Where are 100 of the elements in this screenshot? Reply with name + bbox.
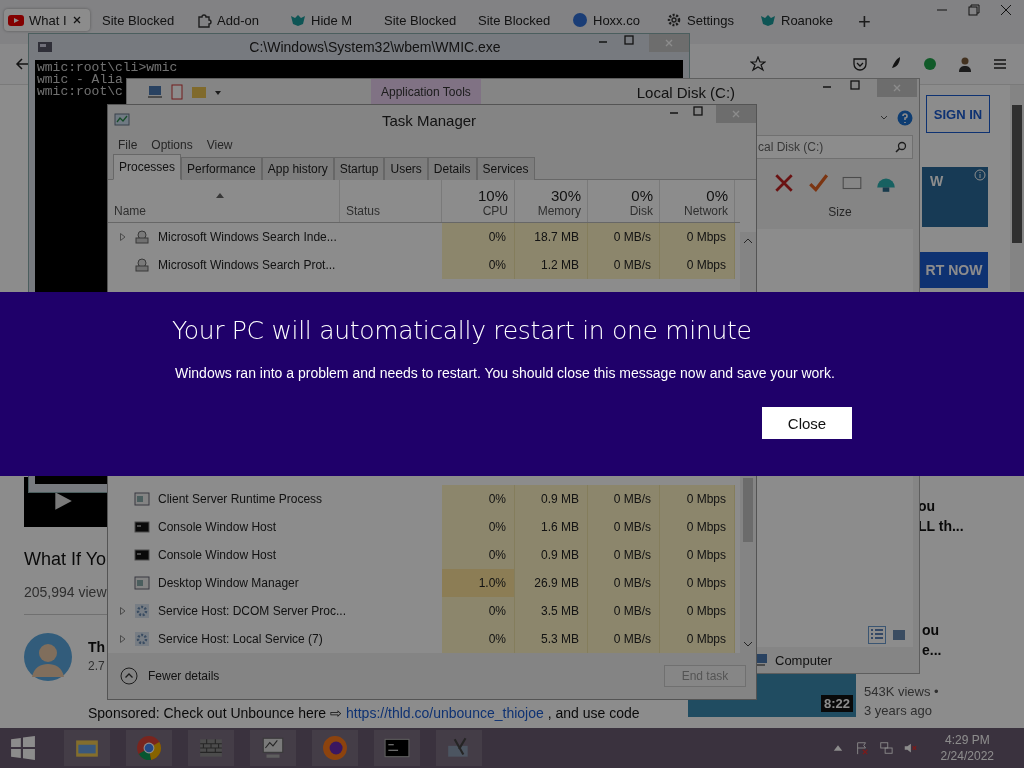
info-icon[interactable]: [974, 169, 986, 181]
menu-item[interactable]: View: [206, 138, 233, 152]
console-line: wmic:root\cli>wmic: [37, 62, 178, 74]
browser-tab[interactable]: Site Blocked: [474, 9, 560, 31]
checkmark-icon[interactable]: [807, 172, 829, 194]
process-name: Console Window Host: [158, 548, 277, 562]
avatar-silhouette[interactable]: [24, 633, 72, 681]
browser-tab[interactable]: Hoxx.co: [568, 9, 654, 31]
browser-tab[interactable]: Site Blocked: [380, 9, 466, 31]
column-header[interactable]: Status: [346, 204, 381, 218]
taskbar-app-button[interactable]: [312, 730, 358, 766]
fewer-details-link[interactable]: Fewer details: [148, 669, 220, 683]
tab[interactable]: Details: [427, 157, 477, 180]
channel-name[interactable]: Th: [88, 639, 106, 655]
process-name: Service Host: DCOM Server Proc...: [158, 604, 347, 618]
table-cell: 0.9 MB: [541, 492, 579, 506]
puzzle-icon: [196, 12, 212, 28]
maximize-icon[interactable]: [623, 34, 635, 46]
table-cell: 0%: [488, 492, 506, 506]
windows-logo-icon[interactable]: [10, 735, 36, 761]
window-title: Task Manager: [380, 111, 478, 129]
browser-tab[interactable]: What I: [4, 9, 90, 31]
tab[interactable]: Users: [384, 157, 428, 180]
restore-icon[interactable]: [968, 4, 980, 16]
ribbon-group-label: Size: [827, 205, 853, 219]
network-icon[interactable]: [878, 741, 893, 755]
expand-arrow-icon[interactable]: [120, 233, 126, 241]
ad-text: W: [930, 173, 944, 189]
gear-icon: [134, 603, 150, 619]
tab[interactable]: Startup: [333, 157, 385, 180]
video-title[interactable]: ou: [922, 622, 940, 638]
document-icon[interactable]: [169, 84, 185, 100]
taskbar-app-button[interactable]: [374, 730, 420, 766]
console-line: wmic:root\c: [37, 86, 123, 98]
table-cell: 1.2 MB: [541, 258, 579, 272]
window-icon: [134, 575, 150, 591]
star-icon[interactable]: [750, 56, 766, 72]
taskbar-app-button[interactable]: [64, 730, 110, 766]
tab[interactable]: Performance: [181, 157, 262, 180]
ribbon-context-tab[interactable]: Application Tools: [371, 79, 481, 105]
video-title: What If Yo: [24, 549, 107, 570]
scroll-down-icon[interactable]: [743, 641, 753, 647]
video-icon: [8, 12, 24, 28]
menu-item[interactable]: Options: [151, 138, 193, 152]
table-cell: 0 Mbps: [686, 632, 726, 646]
video-title[interactable]: e...: [922, 642, 942, 658]
new-tab-button[interactable]: +: [858, 9, 871, 35]
close-icon[interactable]: [71, 15, 82, 25]
process-name: Service Host: Local Service (7): [158, 632, 323, 646]
clock-date[interactable]: 2/24/2022: [940, 748, 994, 764]
sponsor-link[interactable]: https://thld.co/unbounce_thiojoe: [346, 705, 544, 721]
browser-tab[interactable]: Roanoke: [756, 9, 842, 31]
ad-button[interactable]: RT NOW: [920, 252, 988, 288]
clock-time[interactable]: 4:29 PM: [944, 732, 990, 748]
expand-arrow-icon[interactable]: [120, 635, 126, 643]
process-name: Client Server Runtime Process: [158, 492, 323, 506]
taskbar-app-button[interactable]: [250, 730, 296, 766]
help-icon[interactable]: [897, 110, 913, 126]
column-header[interactable]: Name: [114, 204, 146, 218]
tab[interactable]: App history: [261, 157, 334, 180]
table-cell: 26.9 MB: [534, 576, 579, 590]
column-header[interactable]: Disk: [629, 204, 653, 218]
taskbar-app-button[interactable]: [188, 730, 234, 766]
close-button[interactable]: Close: [762, 407, 852, 439]
menu-item[interactable]: File: [118, 138, 138, 152]
column-header[interactable]: Memory: [537, 204, 581, 218]
taskbar-app-button[interactable]: [436, 730, 482, 766]
thumbnail-view-icon[interactable]: [891, 627, 907, 643]
extension-icon[interactable]: [922, 56, 938, 72]
close-icon[interactable]: [1000, 4, 1012, 16]
delete-x-icon[interactable]: [773, 172, 795, 194]
scrollbar-thumb[interactable]: [743, 478, 753, 542]
sign-in-button[interactable]: SIGN IN: [926, 95, 990, 133]
user-silhouette-icon[interactable]: [957, 56, 973, 72]
details-view-icon[interactable]: [869, 627, 885, 643]
expand-arrow-icon[interactable]: [120, 607, 126, 615]
flag-icon[interactable]: [854, 741, 869, 755]
computer-icon[interactable]: [147, 84, 163, 100]
column-header[interactable]: CPU: [482, 204, 508, 218]
speaker-muted-icon[interactable]: [902, 741, 917, 755]
scroll-up-icon[interactable]: [743, 238, 753, 244]
pocket-icon[interactable]: [852, 56, 868, 72]
table-cell: 1.6 MB: [541, 520, 579, 534]
browser-tab[interactable]: Settings: [662, 9, 748, 31]
upload-age: 3 years ago: [864, 703, 932, 718]
back-arrow-icon[interactable]: [14, 56, 30, 72]
taskbar-app-button[interactable]: [126, 730, 172, 766]
chrome-icon: [136, 735, 162, 761]
view-count: 205,994 view: [24, 584, 107, 600]
browser-tab[interactable]: Hide M: [286, 9, 372, 31]
browser-tab[interactable]: Add-on: [192, 9, 278, 31]
column-header[interactable]: Network: [684, 204, 728, 218]
maximize-icon[interactable]: [849, 79, 861, 91]
maximize-icon[interactable]: [692, 105, 704, 117]
browser-tab[interactable]: Site Blocked: [98, 9, 184, 31]
menu-icon[interactable]: [992, 56, 1008, 72]
tab[interactable]: Services: [476, 157, 535, 180]
collapse-icon[interactable]: [120, 667, 138, 685]
tab[interactable]: Processes: [113, 154, 182, 180]
scrollbar-thumb[interactable]: [1012, 105, 1022, 243]
